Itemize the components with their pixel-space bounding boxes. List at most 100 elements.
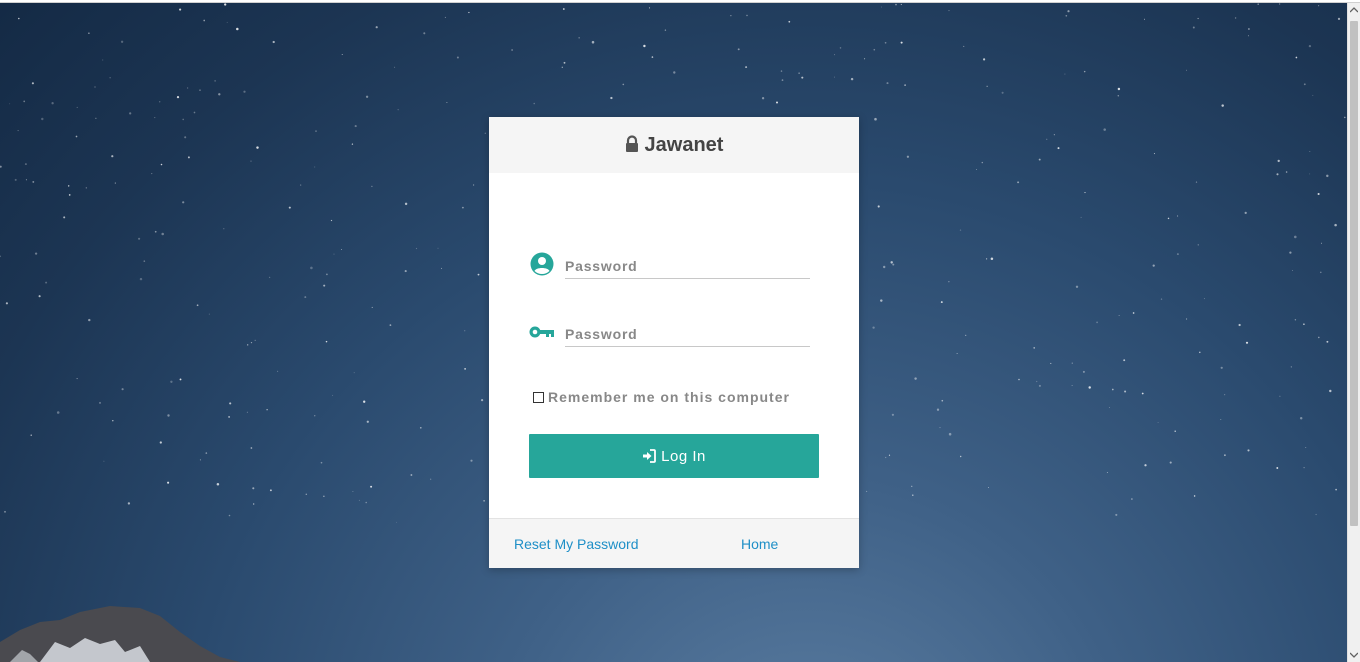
- star: [109, 77, 111, 79]
- star: [651, 56, 654, 58]
- star: [963, 45, 965, 47]
- star: [351, 143, 354, 145]
- star: [224, 3, 227, 6]
- star: [1192, 26, 1195, 29]
- star: [154, 117, 156, 119]
- star: [745, 66, 748, 69]
- star: [939, 427, 941, 429]
- star: [456, 56, 459, 59]
- star: [170, 380, 173, 383]
- star: [874, 117, 877, 121]
- star: [1335, 488, 1337, 491]
- star: [839, 47, 842, 49]
- login-card-footer: Reset My Password Home: [489, 518, 859, 568]
- star: [781, 79, 784, 81]
- star: [1088, 386, 1091, 389]
- remember-me-checkbox[interactable]: [533, 391, 544, 403]
- star: [1308, 44, 1312, 48]
- star: [895, 3, 897, 6]
- star: [1038, 158, 1041, 161]
- star: [247, 344, 249, 346]
- star: [250, 341, 253, 344]
- star: [1279, 395, 1281, 397]
- star: [1057, 147, 1060, 150]
- star: [352, 490, 354, 493]
- home-link[interactable]: Home: [741, 536, 778, 552]
- star: [1299, 417, 1303, 420]
- login-button[interactable]: Log In: [529, 434, 819, 478]
- star: [143, 260, 146, 262]
- star: [67, 185, 70, 187]
- star: [1303, 83, 1306, 86]
- star: [1111, 388, 1114, 391]
- scroll-up-arrow-icon[interactable]: [1348, 3, 1360, 17]
- vertical-scrollbar[interactable]: [1347, 3, 1360, 662]
- star: [1152, 264, 1155, 267]
- reset-password-link[interactable]: Reset My Password: [514, 536, 638, 552]
- star: [396, 521, 398, 523]
- star: [1157, 422, 1159, 423]
- star: [470, 459, 473, 462]
- star: [1193, 495, 1196, 497]
- star: [228, 415, 231, 418]
- star: [563, 61, 566, 64]
- star: [315, 130, 317, 132]
- star: [154, 230, 157, 233]
- password-input[interactable]: [565, 321, 810, 347]
- star: [864, 58, 866, 60]
- star: [88, 318, 91, 322]
- star: [41, 117, 44, 121]
- star: [1018, 378, 1020, 381]
- star: [912, 494, 914, 496]
- star: [1197, 244, 1200, 246]
- star: [578, 37, 580, 39]
- star: [911, 485, 913, 487]
- star: [63, 216, 66, 219]
- star: [24, 163, 27, 166]
- star: [1294, 319, 1297, 321]
- star: [948, 10, 950, 12]
- star: [892, 263, 895, 266]
- star: [32, 180, 35, 183]
- star: [446, 102, 448, 103]
- scrollbar-thumb[interactable]: [1350, 21, 1358, 526]
- star: [111, 155, 114, 158]
- star: [1305, 447, 1307, 448]
- star: [1106, 471, 1108, 474]
- star: [1220, 366, 1223, 369]
- star: [1075, 285, 1079, 288]
- star: [85, 187, 87, 189]
- remember-me-label[interactable]: Remember me on this computer: [548, 389, 790, 405]
- star: [1247, 449, 1250, 452]
- star: [127, 502, 131, 505]
- star: [277, 370, 279, 372]
- star: [1123, 359, 1126, 362]
- star: [1320, 271, 1322, 274]
- star: [885, 456, 887, 459]
- remember-me-row[interactable]: Remember me on this computer: [533, 389, 790, 405]
- star: [464, 368, 466, 370]
- star: [76, 106, 78, 108]
- star: [254, 339, 256, 342]
- star: [622, 83, 625, 86]
- star: [483, 500, 485, 502]
- star: [266, 409, 268, 411]
- star: [1290, 366, 1292, 368]
- star: [371, 185, 373, 188]
- star: [1096, 321, 1098, 324]
- star: [1064, 73, 1066, 75]
- star: [1176, 253, 1179, 256]
- star: [1199, 351, 1201, 354]
- star: [1317, 192, 1320, 196]
- star: [95, 117, 97, 119]
- star: [975, 168, 977, 170]
- star: [246, 411, 248, 413]
- star: [1033, 347, 1036, 349]
- star: [182, 118, 185, 121]
- scroll-down-arrow-icon[interactable]: [1348, 648, 1360, 662]
- star: [1289, 251, 1292, 254]
- star: [288, 206, 291, 209]
- star: [423, 32, 426, 35]
- username-input[interactable]: [565, 253, 810, 279]
- star: [358, 499, 360, 501]
